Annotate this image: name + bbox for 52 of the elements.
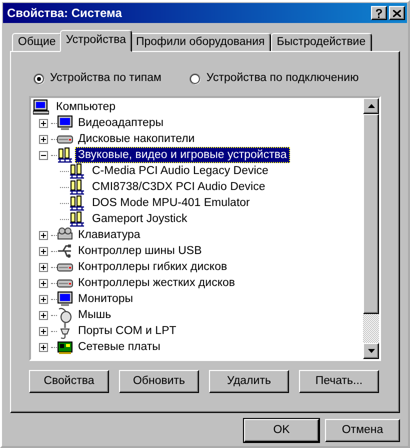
radio-label[interactable]: Устройства по подключению [206, 72, 359, 86]
up-arrow-icon [368, 104, 374, 108]
ok-button[interactable]: OK [244, 419, 319, 442]
radio-label[interactable]: Устройства по типам [50, 72, 162, 86]
tree-item[interactable]: Контроллер шины USB [75, 243, 205, 259]
tree-item[interactable]: DOS Mode MPU-401 Emulator [89, 195, 253, 211]
help-button[interactable] [371, 6, 387, 20]
expander-minus-icon[interactable] [39, 150, 48, 160]
tree-item[interactable]: Мониторы [75, 291, 136, 307]
expander-plus-icon[interactable] [39, 246, 48, 256]
window-title: Свойства: Система [7, 6, 123, 20]
tree-item[interactable]: Gameport Joystick [89, 211, 190, 227]
tree-item[interactable]: Сетевые платы [75, 339, 164, 355]
tree-item[interactable]: C-Media PCI Audio Legacy Device [89, 163, 272, 179]
device-action-button[interactable]: Свойства [29, 370, 109, 393]
scroll-up-button[interactable] [363, 98, 379, 114]
expander-plus-icon[interactable] [39, 342, 48, 352]
tree-item[interactable]: Контроллеры гибких дисков [75, 259, 230, 275]
radio-button[interactable] [33, 73, 45, 85]
expander-plus-icon[interactable] [39, 262, 48, 272]
tree-item[interactable]: Видеоадаптеры [75, 115, 167, 131]
scroll-thumb[interactable] [363, 114, 379, 314]
device-action-button[interactable]: Удалить [209, 370, 289, 393]
cancel-button[interactable]: Отмена [325, 419, 400, 442]
scroll-down-button[interactable] [363, 343, 379, 359]
expander-plus-icon[interactable] [39, 310, 48, 320]
close-button[interactable] [389, 6, 405, 20]
tab[interactable]: Общие [12, 33, 62, 52]
tree-item[interactable]: Клавиатура [75, 227, 144, 243]
tree-item[interactable]: CMI8738/C3DX PCI Audio Device [89, 179, 268, 195]
radio-button[interactable] [189, 73, 202, 85]
tab[interactable]: Профили оборудования [130, 33, 271, 52]
down-arrow-icon [368, 349, 374, 353]
expander-plus-icon[interactable] [39, 134, 48, 144]
expander-plus-icon[interactable] [39, 326, 48, 336]
expander-plus-icon[interactable] [39, 278, 48, 288]
scrollbar[interactable] [363, 98, 379, 359]
expander-plus-icon[interactable] [39, 230, 48, 240]
tree-item[interactable]: Порты COM и LPT [75, 323, 180, 339]
expander-plus-icon[interactable] [39, 118, 48, 128]
expander-plus-icon[interactable] [39, 294, 48, 304]
close-icon [393, 10, 401, 16]
tree-item[interactable]: Компьютер [53, 99, 119, 115]
device-action-button[interactable]: Печать... [299, 370, 379, 393]
tree-item[interactable]: Мышь [75, 307, 114, 323]
tab[interactable]: Быстродействие [270, 33, 372, 52]
tab[interactable]: Устройства [60, 30, 132, 52]
tree-item[interactable]: Звуковые, видео и игровые устройства [75, 147, 290, 163]
device-action-button[interactable]: Обновить [119, 370, 199, 393]
help-icon [375, 8, 383, 18]
tree-item[interactable]: Контроллеры жестких дисков [75, 275, 238, 291]
tree-item[interactable]: Дисковые накопители [75, 131, 198, 147]
